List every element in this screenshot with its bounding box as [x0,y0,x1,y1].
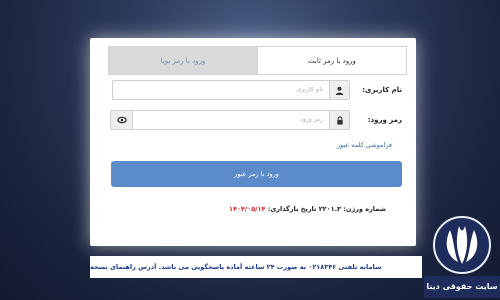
password-field[interactable]: رمز ورود [132,110,350,130]
login-button[interactable]: ورود با رمز عبور [111,161,402,187]
logo-emblem [433,216,491,274]
upload-date: ۱۴۰۴/۰۵/۱۴ [228,205,266,213]
footer-text: سامانه تلفنی ۰۲۱۸۳۴۶ به صورت ۲۴ ساعته آم… [90,263,382,271]
user-icon [329,81,349,99]
tab-divider [108,74,407,75]
tab-dynamic-password[interactable]: ورود با رمز پویا [108,46,258,74]
username-field[interactable]: نام کاربری [112,80,350,100]
version-prefix: شماره ورژن: [341,205,386,213]
upload-date-label: تاریخ بارگذاری: [265,205,319,213]
username-label: نام کاربری: [362,86,402,94]
footer-banner: سامانه تلفنی ۰۲۱۸۳۴۶ به صورت ۲۴ ساعته آم… [90,256,422,278]
username-placeholder: نام کاربری [296,86,323,93]
login-card: ورود با رمز پویا ورود با رمز ثابت نام کا… [90,38,416,246]
lock-icon [329,111,349,129]
version-number: ۲۲۰۱.۳ [318,205,342,213]
password-label: رمز ورود: [367,116,402,124]
tab-fixed-password[interactable]: ورود با رمز ثابت [257,46,407,74]
site-name: سایت حقوقی دینا [424,276,500,298]
version-info: شماره ورژن: ۲۲۰۱.۳ تاریخ بارگذاری: ۱۴۰۴/… [186,205,386,213]
forgot-password-link[interactable]: فراموشی کلمه عبور [300,141,392,149]
login-tabs: ورود با رمز پویا ورود با رمز ثابت [108,46,407,74]
site-logo: سایت حقوقی دینا [424,214,500,300]
password-placeholder: رمز ورود [300,116,323,123]
eye-icon[interactable] [110,110,132,130]
